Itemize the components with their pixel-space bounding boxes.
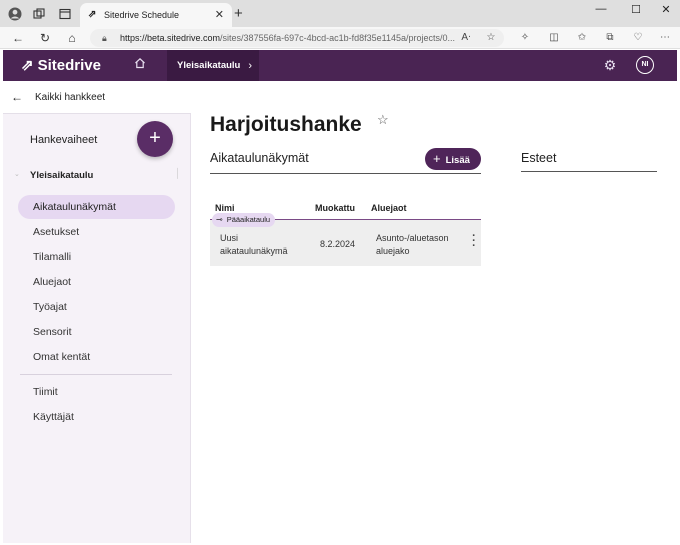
favorite-star-icon[interactable]: ☆ — [483, 30, 499, 46]
row-areas-line2: aluejako — [376, 246, 410, 256]
add-button[interactable]: + Lisää — [425, 148, 481, 170]
url-field[interactable]: 🔒︎ https://beta.sitedrive.com/sites/3875… — [90, 29, 504, 47]
star-icon[interactable]: ☆ — [377, 112, 389, 128]
row-name-line1: Uusi — [220, 233, 239, 243]
refresh-icon[interactable]: ↻ — [37, 30, 53, 46]
row-more-icon[interactable]: · · · — [471, 231, 477, 252]
row-areas: Asunto-/aluetason aluejako — [376, 232, 449, 258]
url-host: https://beta.sitedrive.com — [120, 33, 221, 43]
favorites-icon[interactable]: ✩ — [574, 30, 590, 46]
sidebar-item-teams[interactable]: Tiimit — [18, 380, 175, 404]
column-header-name[interactable]: Nimi — [215, 203, 235, 213]
sitedrive-logo-icon: ⇗ — [21, 57, 34, 74]
workspaces-icon[interactable] — [30, 5, 48, 23]
more-options-icon[interactable]: ⋯ — [657, 30, 673, 46]
sitedrive-favicon-icon: ⇗ — [88, 9, 97, 20]
browser-address-bar: ← ↻ ⌂ 🔒︎ https://beta.sitedrive.com/site… — [0, 27, 680, 49]
browser-tab[interactable]: ⇗ Sitedrive Schedule ✕ — [80, 3, 232, 27]
sidebar-item-sensors[interactable]: Sensorit — [18, 320, 175, 344]
schedule-views-heading: Aikataulunäkymät — [210, 151, 309, 165]
row-name-line2: aikataulunäkymä — [220, 246, 288, 256]
row-areas-line1: Asunto-/aluetason — [376, 233, 449, 243]
split-screen-icon[interactable]: ◫ — [546, 30, 562, 46]
browser-tab-bar: ⇗ Sitedrive Schedule ✕ + — ☐ ✕ — [0, 0, 680, 27]
page-title: Harjoitushanke — [210, 113, 362, 136]
read-aloud-icon[interactable]: A͏ᐧ — [458, 30, 474, 46]
new-tab-icon[interactable]: + — [234, 6, 243, 21]
obstacles-heading: Esteet — [521, 151, 557, 165]
section-underline — [210, 173, 481, 174]
app-header: ⇗ Sitedrive Yleisaikataulu › ⚙ NI — [3, 50, 677, 81]
main-schedule-badge: ⊸ Pääaikataulu — [212, 213, 276, 227]
window-close-icon[interactable]: ✕ — [654, 3, 678, 16]
browser-tab-title: Sitedrive Schedule — [104, 10, 180, 20]
profile-icon[interactable] — [6, 5, 24, 23]
add-button-label: Lisää — [445, 155, 470, 166]
home-icon[interactable] — [131, 56, 149, 74]
sidebar-divider — [20, 374, 172, 375]
row-modified: 8.2.2024 — [320, 239, 356, 249]
brand-name: Sitedrive — [37, 56, 101, 74]
arrow-left-icon: ← — [11, 90, 23, 104]
browser-home-icon[interactable]: ⌂ — [64, 30, 80, 46]
breadcrumb-label: Yleisaikataulu — [177, 60, 241, 71]
sidebar-item-custom-fields[interactable]: Omat kentät — [18, 345, 175, 369]
close-tab-icon[interactable]: ✕ — [215, 8, 224, 21]
phases-title: Hankevaiheet — [30, 134, 98, 146]
maximize-icon[interactable]: ☐ — [624, 3, 648, 16]
browser-essentials-icon[interactable]: ♡ — [630, 30, 646, 46]
branch-icon: ⊸ — [216, 215, 223, 224]
brand-logo[interactable]: ⇗ Sitedrive — [21, 56, 101, 75]
tab-actions-icon[interactable] — [56, 5, 74, 23]
add-phase-button[interactable]: + — [137, 121, 173, 157]
back-label: Kaikki hankkeet — [35, 91, 106, 103]
chevron-down-icon[interactable]: ⌄ — [14, 170, 20, 178]
sidebar-item-work-hours[interactable]: Työajat — [18, 295, 175, 319]
breadcrumb[interactable]: Yleisaikataulu › — [167, 50, 259, 81]
sidebar-item-schedule-views[interactable]: Aikataulunäkymät — [18, 195, 175, 219]
plus-icon: + — [433, 151, 441, 166]
lock-icon: 🔒︎ — [102, 33, 107, 43]
back-arrow-icon[interactable]: ← — [10, 30, 26, 46]
sidebar-item-space-model[interactable]: Tilamalli — [18, 245, 175, 269]
chevron-right-icon: › — [248, 59, 253, 72]
sidebar-item-area-divisions[interactable]: Aluejaot — [18, 270, 175, 294]
section-divider-icon: │ — [175, 168, 181, 178]
back-to-projects-link[interactable]: ← Kaikki hankkeet — [3, 81, 191, 114]
row-name[interactable]: Uusi aikataulunäkymä — [220, 232, 288, 258]
minimize-icon[interactable]: — — [589, 3, 613, 15]
sidebar-item-settings[interactable]: Asetukset — [18, 220, 175, 244]
sidebar-item-users[interactable]: Käyttäjät — [18, 405, 175, 429]
column-header-modified[interactable]: Muokattu — [315, 203, 355, 213]
avatar[interactable]: NI — [636, 56, 654, 74]
extensions-icon[interactable]: ✧ — [517, 30, 533, 46]
gear-icon[interactable]: ⚙ — [601, 57, 619, 74]
main-content: Harjoitushanke ☆ Aikataulunäkymät + Lisää… — [191, 81, 677, 543]
section-title[interactable]: Yleisaikataulu — [30, 170, 93, 181]
column-header-areas[interactable]: Aluejaot — [371, 203, 407, 213]
badge-label: Pääaikataulu — [226, 215, 271, 224]
obstacles-underline — [521, 171, 657, 172]
url-path: /sites/387556fa-697c-4bcd-ac1b-fd8f35e11… — [220, 33, 456, 43]
collections-icon[interactable]: ⧉ — [602, 30, 618, 46]
sidebar: ← Kaikki hankkeet Hankevaiheet + ⌄ Yleis… — [3, 81, 191, 543]
